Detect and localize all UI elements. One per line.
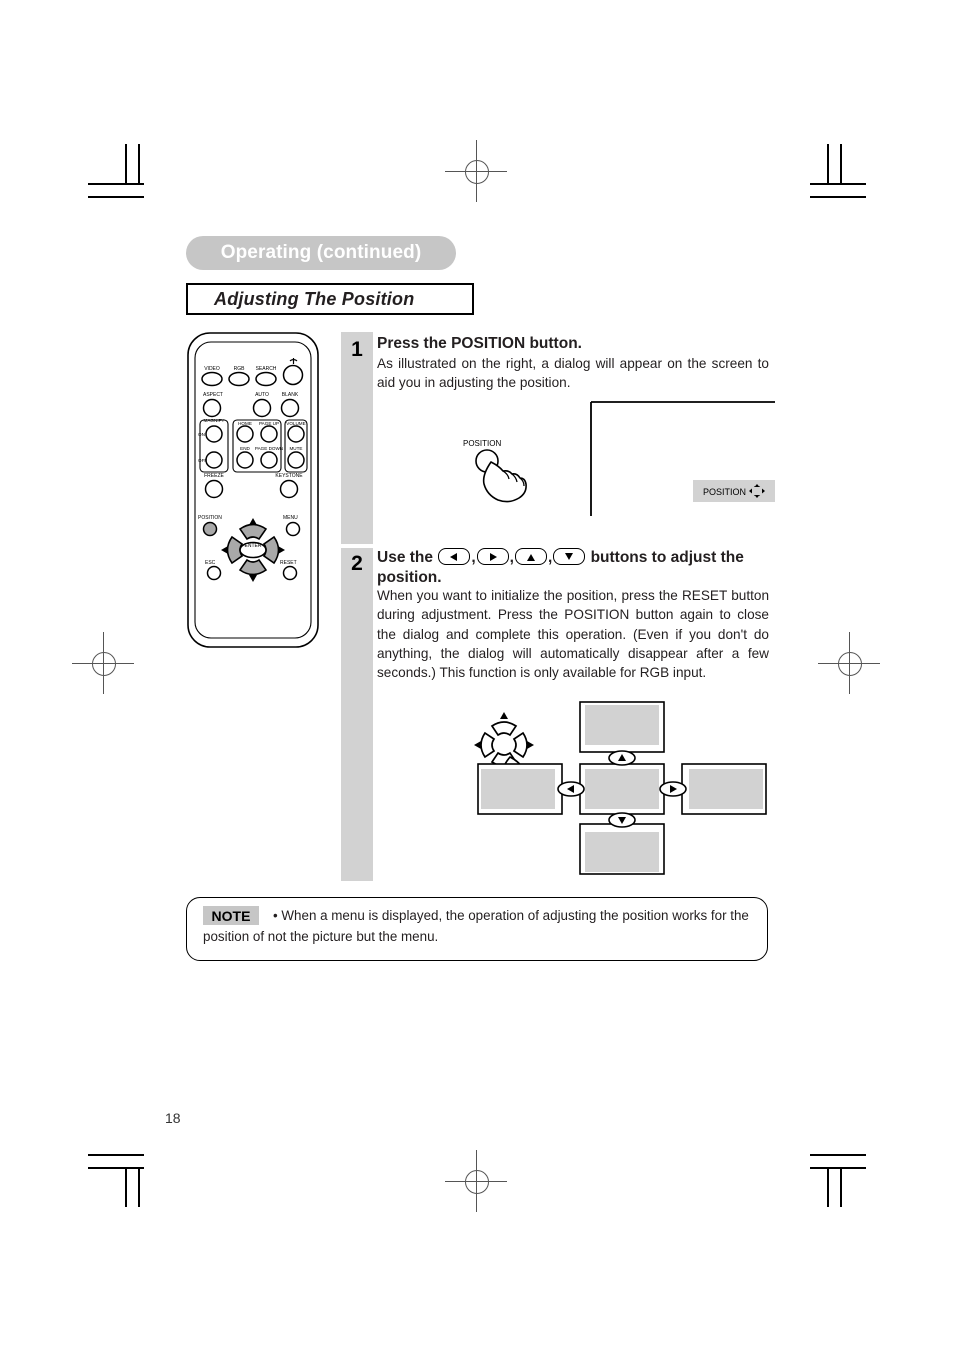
remote-label-keystone: KEYSTONE — [275, 473, 303, 479]
position-adjustment-diagram — [472, 700, 772, 875]
step-2-heading: Use the ,,, buttons to adjust the positi… — [377, 548, 744, 586]
remote-control-illustration: VIDEO RGB SEARCH ASPECT AUTO BLANK MAGNI… — [185, 330, 321, 650]
note-text: • When a menu is displayed, the operatio… — [203, 908, 749, 944]
step-1-heading: Press the POSITION button. — [377, 335, 582, 352]
remote-label-menu: MENU — [283, 515, 298, 521]
diagram-right-button — [659, 781, 687, 797]
remote-label-magnify-on: ON — [198, 432, 205, 437]
diagram-up-button — [608, 750, 636, 766]
remote-label-video: VIDEO — [204, 366, 220, 372]
illustration-position-button-label: POSITION — [463, 439, 501, 448]
step-2-rail — [341, 548, 373, 881]
registration-mark-left — [72, 632, 134, 694]
remote-label-blank: BLANK — [282, 392, 299, 398]
step-1-rail — [341, 332, 373, 544]
step-2-body: When you want to initialize the position… — [377, 588, 769, 681]
crop-mark-top-right-horizontal-2 — [810, 196, 866, 198]
step-2-heading-prefix: Use the — [377, 549, 433, 566]
crop-mark-bottom-left-horizontal — [88, 1154, 144, 1156]
left-arrow-icon — [438, 548, 471, 565]
crop-mark-bottom-right-vertical — [827, 1167, 829, 1207]
crop-mark-bottom-left-horizontal-2 — [88, 1167, 144, 1169]
step-1-body: As illustrated on the right, a dialog wi… — [377, 356, 769, 391]
remote-label-volume: VOLUME — [286, 421, 305, 426]
remote-label-esc: ESC — [205, 560, 216, 566]
note-badge: NOTE — [203, 906, 259, 925]
remote-label-page-down: PAGE DOWN — [255, 446, 283, 451]
section-title: Adjusting The Position — [186, 283, 474, 315]
remote-label-reset: RESET — [280, 560, 297, 566]
registration-mark-right — [818, 632, 880, 694]
step-2-number: 2 — [351, 552, 363, 575]
remote-label-rgb: RGB — [234, 366, 246, 372]
page-number: 18 — [165, 1110, 181, 1126]
remote-label-position: POSITION — [198, 515, 222, 521]
remote-label-home: HOME — [238, 421, 252, 426]
registration-mark-bottom — [445, 1150, 507, 1212]
remote-label-page-up: PAGE UP — [259, 421, 279, 426]
remote-label-enter: ENTER — [245, 543, 262, 549]
crop-mark-bottom-right-horizontal — [810, 1154, 866, 1156]
diagram-down-button — [608, 812, 636, 828]
crop-mark-bottom-left-vertical-2 — [138, 1167, 140, 1207]
crop-mark-top-right-horizontal — [810, 183, 866, 185]
step-1-number: 1 — [351, 338, 363, 361]
crop-mark-top-left-vertical — [125, 144, 127, 184]
remote-label-aspect: ASPECT — [203, 392, 223, 398]
remote-label-mute: MUTE — [289, 446, 302, 451]
remote-label-freeze: FREEZE — [204, 473, 224, 479]
crop-mark-bottom-right-vertical-2 — [840, 1167, 842, 1207]
diagram-left-button — [557, 781, 585, 797]
position-dialog-illustration: POSITION POSITION — [455, 392, 775, 522]
down-arrow-icon — [553, 548, 586, 565]
remote-label-magnify: MAGNIFY — [204, 418, 225, 423]
crop-mark-top-right-vertical-2 — [840, 144, 842, 184]
remote-label-auto: AUTO — [255, 392, 269, 398]
crop-mark-top-left-horizontal — [88, 183, 144, 185]
crop-mark-top-right-vertical — [827, 144, 829, 184]
crop-mark-top-left-horizontal-2 — [88, 196, 144, 198]
crop-mark-top-left-vertical-2 — [138, 144, 140, 184]
remote-label-end: END — [240, 446, 250, 451]
remote-label-magnify-off: OFF — [198, 458, 207, 463]
page-title: Operating (continued) — [186, 236, 456, 270]
up-arrow-icon — [514, 548, 547, 565]
osd-position-label: POSITION — [703, 487, 746, 497]
registration-mark-top — [445, 140, 507, 202]
right-arrow-icon — [476, 548, 509, 565]
crop-mark-bottom-left-vertical — [125, 1167, 127, 1207]
crop-mark-bottom-right-horizontal-2 — [810, 1167, 866, 1169]
remote-label-search: SEARCH — [256, 366, 277, 372]
